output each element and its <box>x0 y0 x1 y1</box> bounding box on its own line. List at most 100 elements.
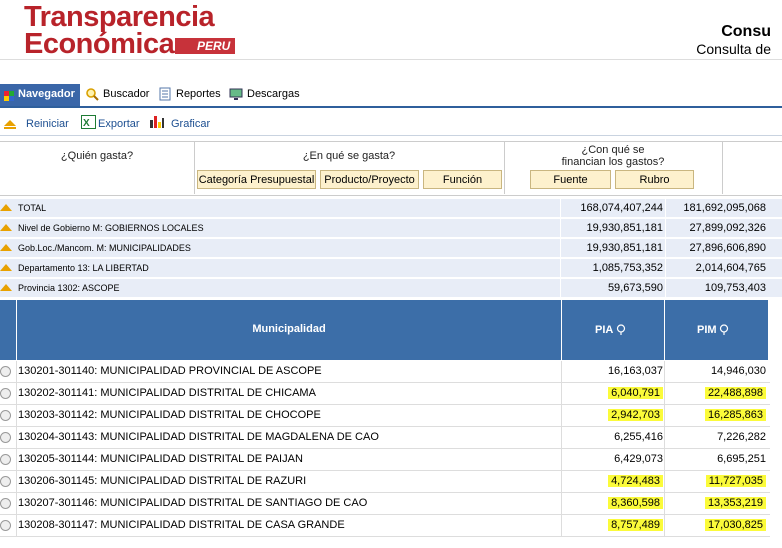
column-divider <box>664 493 665 515</box>
row-municipalidad-name: 130208-301147: MUNICIPALIDAD DISTRITAL D… <box>18 519 345 531</box>
row-pia-value: 8,360,598 <box>608 497 663 509</box>
row-municipalidad-name: 130201-301140: MUNICIPALIDAD PROVINCIAL … <box>18 365 322 377</box>
row-pim-value: 13,353,219 <box>704 497 766 509</box>
column-divider <box>16 515 17 537</box>
column-header-pim[interactable]: PIM <box>697 324 717 336</box>
summary-pia: 168,074,407,244 <box>580 202 663 214</box>
collapse-arrow-icon[interactable] <box>0 284 12 291</box>
graficar-button[interactable]: Graficar <box>171 118 210 130</box>
row-municipalidad-name: 130207-301146: MUNICIPALIDAD DISTRITAL D… <box>18 497 368 509</box>
row-pim-value: 22,488,898 <box>704 387 766 399</box>
row-pim-value: 14,946,030 <box>710 365 766 377</box>
page-subtitle: Consulta de <box>696 41 771 57</box>
column-header-pia[interactable]: PIA <box>595 324 613 336</box>
reiniciar-icon <box>3 116 17 134</box>
column-divider <box>561 515 562 537</box>
column-divider <box>664 471 665 493</box>
row-municipalidad-name: 130202-301141: MUNICIPALIDAD DISTRITAL D… <box>18 387 316 399</box>
column-divider <box>561 427 562 449</box>
header-divider <box>561 300 562 360</box>
magnifier-icon <box>85 87 99 106</box>
tab-descargas[interactable]: Descargas <box>247 88 300 100</box>
row-radio-button[interactable] <box>0 432 11 443</box>
row-radio-button[interactable] <box>0 498 11 509</box>
column-divider <box>561 383 562 405</box>
navigator-cube-icon <box>3 89 15 107</box>
collapse-arrow-icon[interactable] <box>0 224 12 231</box>
column-divider <box>664 427 665 449</box>
excel-icon: X <box>81 115 96 134</box>
column-divider <box>16 405 17 427</box>
en-que-gasta-label: ¿En qué se gasta? <box>302 150 396 162</box>
summary-col-divider <box>560 199 561 298</box>
download-monitor-icon <box>229 87 243 106</box>
column-divider <box>16 361 17 383</box>
row-pia-value: 6,429,073 <box>614 453 663 465</box>
row-radio-button[interactable] <box>0 520 11 531</box>
con-que-label-line2: financian los gastos? <box>561 156 665 168</box>
row-municipalidad-name: 130203-301142: MUNICIPALIDAD DISTRITAL D… <box>18 409 321 421</box>
exportar-button[interactable]: Exportar <box>98 118 140 130</box>
column-divider <box>664 361 665 383</box>
row-municipalidad-name: 130205-301144: MUNICIPALIDAD DISTRITAL D… <box>18 453 303 465</box>
row-municipalidad-name: 130204-301143: MUNICIPALIDAD DISTRITAL D… <box>18 431 379 443</box>
collapse-arrow-icon[interactable] <box>0 244 12 251</box>
con-que-label-line1: ¿Con qué se <box>581 144 645 156</box>
sort-pin-icon[interactable] <box>616 322 626 340</box>
column-divider <box>561 493 562 515</box>
row-radio-button[interactable] <box>0 454 11 465</box>
column-divider <box>16 449 17 471</box>
page-title: Consu <box>721 23 771 40</box>
logo-badge: PERU <box>175 38 236 54</box>
summary-pim: 109,753,403 <box>704 282 766 294</box>
column-divider <box>561 471 562 493</box>
row-pia-value: 16,163,037 <box>607 365 663 377</box>
tab-buscador[interactable]: Buscador <box>103 88 149 100</box>
summary-pim: 2,014,604,765 <box>695 262 766 274</box>
row-pia-value: 2,942,703 <box>608 409 663 421</box>
reiniciar-button[interactable]: Reiniciar <box>26 118 69 130</box>
summary-label: Gob.Loc./Mancom. M: MUNICIPALIDADES <box>18 243 191 253</box>
quien-gasta-label: ¿Quién gasta? <box>60 150 134 162</box>
column-divider <box>16 383 17 405</box>
sort-pin-icon[interactable] <box>719 322 729 340</box>
row-radio-button[interactable] <box>0 476 11 487</box>
row-radio-button[interactable] <box>0 388 11 399</box>
summary-pia: 19,930,851,181 <box>586 242 663 254</box>
row-pia-value: 4,724,483 <box>608 475 663 487</box>
summary-pia: 1,085,753,352 <box>592 262 663 274</box>
row-pia-value: 8,757,489 <box>608 519 663 531</box>
column-divider <box>664 449 665 471</box>
header-divider <box>0 59 782 60</box>
summary-label: Departamento 13: LA LIBERTAD <box>18 263 149 273</box>
collapse-arrow-icon[interactable] <box>0 204 12 211</box>
row-radio-button[interactable] <box>0 366 11 377</box>
row-pim-value: 7,226,282 <box>717 431 766 443</box>
producto-proyecto-button[interactable]: Producto/Proyecto <box>320 170 419 189</box>
row-pia-value: 6,040,791 <box>608 387 663 399</box>
row-pim-value: 17,030,825 <box>704 519 766 531</box>
row-pim-value: 11,727,035 <box>705 475 766 487</box>
column-divider <box>16 493 17 515</box>
summary-label: Provincia 1302: ASCOPE <box>18 283 120 293</box>
header-divider <box>664 300 665 360</box>
row-radio-button[interactable] <box>0 410 11 421</box>
summary-pim: 27,899,092,326 <box>689 222 766 234</box>
column-divider <box>561 405 562 427</box>
categoria-presupuestal-button[interactable]: Categoría Presupuestal <box>197 170 316 189</box>
panel-divider <box>194 141 195 194</box>
tab-reportes[interactable]: Reportes <box>176 88 221 100</box>
funcion-button[interactable]: Función <box>423 170 502 189</box>
bar-chart-icon <box>149 114 165 134</box>
row-pim-value: 16,285,863 <box>704 409 766 421</box>
collapse-arrow-icon[interactable] <box>0 264 12 271</box>
column-divider <box>664 405 665 427</box>
fuente-button[interactable]: Fuente <box>530 170 611 189</box>
rubro-button[interactable]: Rubro <box>615 170 694 189</box>
document-icon <box>159 87 171 106</box>
column-divider <box>664 383 665 405</box>
logo-line2: Económica <box>24 28 175 60</box>
row-pim-value: 6,695,251 <box>717 453 766 465</box>
svg-text:X: X <box>83 118 90 129</box>
column-header-municipalidad[interactable]: Municipalidad <box>17 323 561 335</box>
